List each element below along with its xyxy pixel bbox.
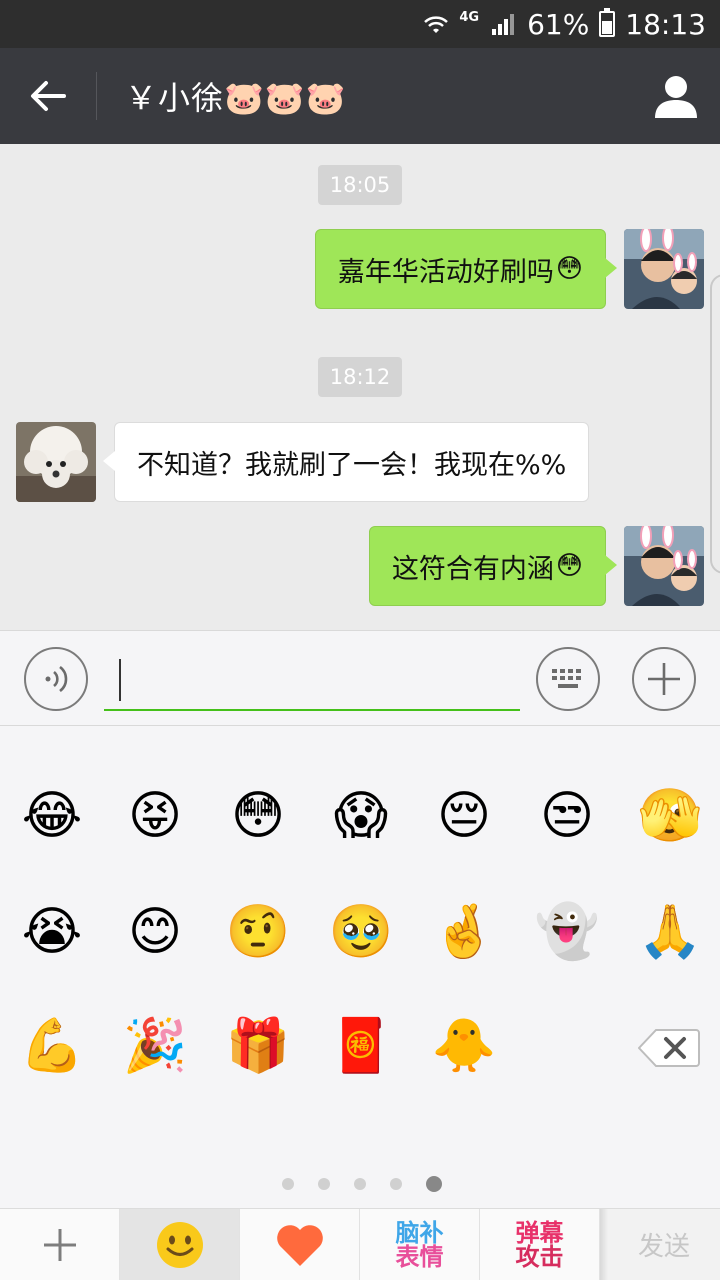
more-options-button[interactable] (632, 647, 696, 711)
naobu-label-bottom: 表情 (395, 1243, 444, 1271)
emoji-key[interactable]: 😂 (16, 780, 88, 852)
plus-icon (43, 1229, 76, 1261)
emoji-key[interactable]: 😊 (119, 896, 191, 968)
back-button[interactable] (0, 48, 96, 144)
page-dot (426, 1176, 442, 1192)
flushed-emoji: 😳 (555, 551, 583, 581)
emoji-key[interactable]: 😭 (16, 896, 88, 968)
emoji-key[interactable]: 😔 (428, 780, 500, 852)
voice-icon (45, 665, 68, 693)
heart-icon (276, 1225, 323, 1266)
my-avatar[interactable] (624, 526, 704, 606)
emoji-key[interactable]: 😳 (222, 780, 294, 852)
sent-message[interactable]: 这符合有内涵 😳 (368, 526, 618, 606)
emoji-key[interactable]: 💪 (16, 1010, 88, 1082)
input-bar (0, 630, 720, 726)
emoji-key[interactable]: 🙏 (634, 896, 706, 968)
page-indicator (282, 1176, 442, 1192)
danmu-sticker-tab[interactable]: 弹幕 攻击 (480, 1209, 600, 1280)
sticker-tab-bar: 脑补 表情 弹幕 攻击 发送 (0, 1208, 720, 1280)
message-text: 嘉年华活动好刷吗 (337, 256, 554, 288)
emoji-key[interactable]: 🧧 (325, 1010, 397, 1082)
chat-title: ￥小徐🐷🐷🐷 (125, 79, 347, 117)
timestamp: 18:05 (318, 165, 402, 205)
page-dot (318, 1178, 330, 1190)
keyboard-toggle-button[interactable] (536, 647, 600, 711)
person-icon (655, 76, 697, 118)
danmu-label-bottom: 攻击 (515, 1243, 564, 1271)
emoji-key[interactable]: 🤞 (428, 896, 500, 968)
send-divider (600, 1209, 608, 1280)
contact-avatar[interactable] (16, 422, 96, 502)
danmu-label-top: 弹幕 (515, 1219, 564, 1247)
backspace-icon (637, 1029, 700, 1067)
emoji-key[interactable]: 🤨 (222, 896, 294, 968)
status-bar: 4G 61% 18:13 (0, 0, 720, 48)
emoji-tab[interactable] (120, 1209, 240, 1280)
text-caret (119, 659, 121, 701)
emoji-panel: 😂 😝 😳 😱 😔 😒 🫣 😭 😊 🤨 🥹 🤞 👻 🙏 💪 🎉 🎁 🧧 🐥 (0, 726, 720, 1208)
message-input[interactable] (104, 649, 520, 711)
emoji-key[interactable]: 🐥 (428, 1010, 500, 1082)
voice-button[interactable] (24, 647, 88, 711)
page-dot (390, 1178, 402, 1190)
message-text: 这符合有内涵 (391, 553, 554, 585)
clock: 18:13 (625, 7, 706, 41)
naobu-label-top: 脑补 (395, 1219, 444, 1247)
received-message[interactable]: 不知道？我就刷了一会！我现在%% (102, 422, 590, 502)
emoji-key[interactable]: 😝 (119, 780, 191, 852)
message-text: 不知道？我就刷了一会！我现在%% (137, 449, 567, 481)
emoji-key[interactable]: 🎉 (119, 1010, 191, 1082)
battery-icon (599, 8, 616, 37)
flushed-emoji: 😳 (555, 254, 583, 284)
battery-percent: 61% (527, 7, 590, 41)
sent-message[interactable]: 嘉年华活动好刷吗 😳 (314, 229, 618, 309)
keyboard-icon (552, 669, 581, 688)
emoji-key[interactable]: 😱 (325, 780, 397, 852)
plus-circle-icon (648, 663, 680, 695)
message-list[interactable]: 18:05 嘉年华活动好刷吗 😳 18:12 不知道？我就刷了一会！我现在%% … (0, 144, 720, 630)
naobu-sticker-tab[interactable]: 脑补 表情 (360, 1209, 480, 1280)
my-avatar[interactable] (624, 229, 704, 309)
wifi-icon (423, 13, 449, 35)
emoji-key[interactable]: 🎁 (222, 1010, 294, 1082)
page-dot (282, 1178, 294, 1190)
page-dot (354, 1178, 366, 1190)
edge-panel-handle[interactable] (710, 274, 720, 574)
header-divider (96, 72, 97, 120)
favorites-tab[interactable] (240, 1209, 360, 1280)
send-button[interactable]: 发送 (608, 1209, 720, 1280)
contact-info-button[interactable] (652, 72, 700, 120)
smiley-icon (156, 1222, 203, 1268)
add-sticker-tab[interactable] (0, 1209, 120, 1280)
emoji-key[interactable]: 🫣 (634, 780, 706, 852)
network-type: 4G (459, 10, 480, 25)
chat-header: ￥小徐🐷🐷🐷 (0, 48, 720, 144)
timestamp: 18:12 (318, 357, 402, 397)
arrow-left-icon (31, 81, 66, 111)
emoji-key[interactable]: 🥹 (325, 896, 397, 968)
signal-icon (491, 12, 517, 36)
emoji-key[interactable]: 👻 (531, 896, 603, 968)
delete-button[interactable] (637, 1028, 700, 1068)
emoji-key[interactable]: 😒 (531, 780, 603, 852)
